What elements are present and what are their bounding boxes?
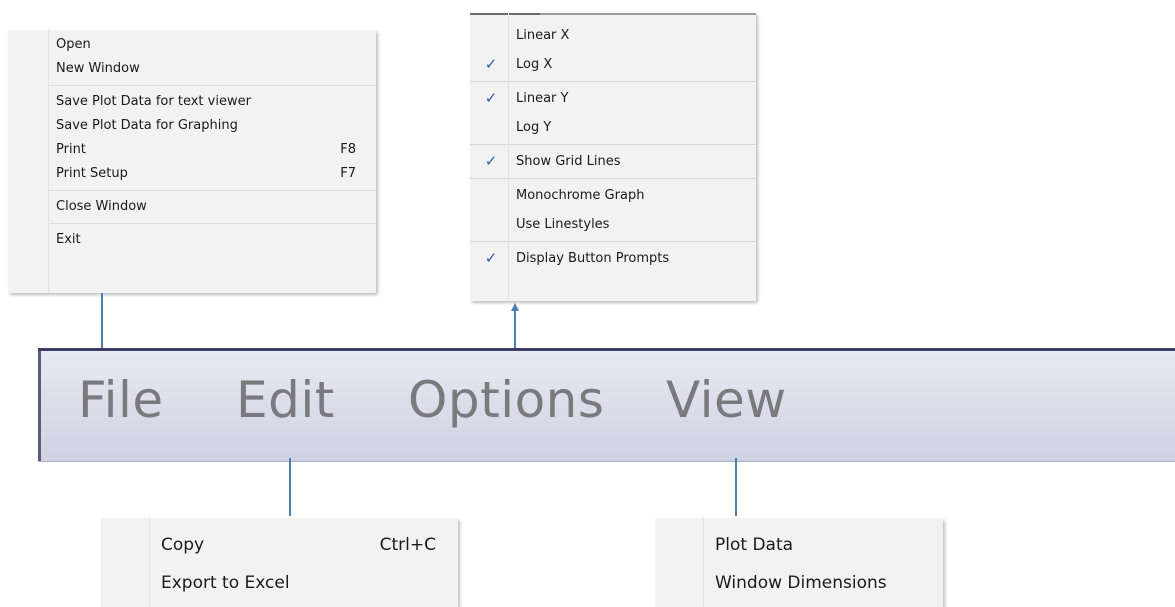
menu-edit[interactable]: Edit	[236, 371, 335, 429]
menu-item-label: Display Button Prompts	[516, 251, 670, 266]
view-connector-line	[735, 458, 737, 516]
menu-item-exit[interactable]: Exit	[8, 228, 376, 252]
menu-item-linear-x[interactable]: Linear X	[470, 21, 756, 50]
menu-item-label: Print Setup	[56, 166, 128, 181]
menu-item-label: Copy	[161, 535, 205, 555]
options-menu-popup: Linear X ✓ Log X ✓ Linear Y Log Y ✓ Show Gr…	[470, 13, 756, 301]
view-menu-popup: Plot Data Window Dimensions	[655, 518, 943, 607]
checkmark-icon: ✓	[484, 152, 498, 170]
menu-item-label: Open	[56, 37, 91, 52]
menubar: File Edit Options View	[38, 348, 1175, 462]
menu-separator	[470, 241, 756, 242]
checkmark-icon: ✓	[484, 55, 498, 73]
menu-item-label: Plot Data	[715, 535, 794, 555]
menu-item-log-x[interactable]: ✓ Log X	[470, 50, 756, 79]
menu-item-label: Use Linestyles	[516, 217, 610, 232]
edit-menu-popup: Copy Ctrl+C Export to Excel	[101, 518, 458, 607]
menu-options[interactable]: Options	[408, 371, 604, 429]
menu-item-new-window[interactable]: New Window	[8, 57, 376, 81]
menu-item-monochrome-graph[interactable]: Monochrome Graph	[470, 181, 756, 210]
menu-item-log-y[interactable]: Log Y	[470, 113, 756, 142]
menu-item-label: Linear X	[516, 28, 570, 43]
menu-separator	[470, 81, 756, 82]
file-menu-popup: Open New Window Save Plot Data for text …	[8, 30, 376, 293]
menu-item-label: Export to Excel	[161, 573, 290, 593]
menu-item-label: Monochrome Graph	[516, 188, 645, 203]
checkmark-icon: ✓	[484, 89, 498, 107]
menu-separator	[470, 144, 756, 145]
menu-item-print[interactable]: Print F8	[8, 138, 376, 162]
options-connector-line	[514, 309, 516, 348]
menu-item-window-dimensions[interactable]: Window Dimensions	[655, 564, 943, 602]
menu-item-save-plot-graphing[interactable]: Save Plot Data for Graphing	[8, 114, 376, 138]
menu-item-plot-data[interactable]: Plot Data	[655, 526, 943, 564]
menu-separator	[48, 85, 376, 86]
menu-item-label: Log Y	[516, 120, 552, 135]
menu-item-label: Log X	[516, 57, 553, 72]
menu-item-export-excel[interactable]: Export to Excel	[101, 564, 458, 602]
menu-item-open[interactable]: Open	[8, 33, 376, 57]
menu-file[interactable]: File	[78, 371, 164, 429]
shortcut-label: F8	[340, 142, 356, 157]
file-connector-line	[101, 293, 103, 348]
menu-item-label: Print	[56, 142, 86, 157]
menu-item-label: Linear Y	[516, 91, 569, 106]
shortcut-label: F7	[340, 166, 356, 181]
menu-separator	[470, 178, 756, 179]
menu-item-use-linestyles[interactable]: Use Linestyles	[470, 210, 756, 239]
menu-item-print-setup[interactable]: Print Setup F7	[8, 162, 376, 186]
menu-top-border-accent	[470, 13, 540, 15]
menu-item-label: Save Plot Data for Graphing	[56, 118, 238, 133]
menu-item-label: New Window	[56, 61, 140, 76]
menu-item-label: Save Plot Data for text viewer	[56, 94, 251, 109]
menu-item-save-plot-text[interactable]: Save Plot Data for text viewer	[8, 90, 376, 114]
edit-connector-line	[289, 458, 291, 516]
menu-item-linear-y[interactable]: ✓ Linear Y	[470, 84, 756, 113]
menu-separator	[48, 190, 376, 191]
shortcut-label: Ctrl+C	[379, 535, 436, 555]
menu-item-label: Window Dimensions	[715, 573, 887, 593]
checkmark-icon: ✓	[484, 249, 498, 267]
menu-item-display-button-prompts[interactable]: ✓ Display Button Prompts	[470, 244, 756, 273]
menu-separator	[48, 223, 376, 224]
menu-item-copy[interactable]: Copy Ctrl+C	[101, 526, 458, 564]
menu-item-show-grid-lines[interactable]: ✓ Show Grid Lines	[470, 147, 756, 176]
menubar-edge	[38, 351, 41, 461]
menu-item-close-window[interactable]: Close Window	[8, 195, 376, 219]
menu-item-label: Close Window	[56, 199, 147, 214]
menu-item-label: Exit	[56, 232, 81, 247]
menu-item-label: Show Grid Lines	[516, 154, 621, 169]
menu-view[interactable]: View	[666, 371, 787, 429]
